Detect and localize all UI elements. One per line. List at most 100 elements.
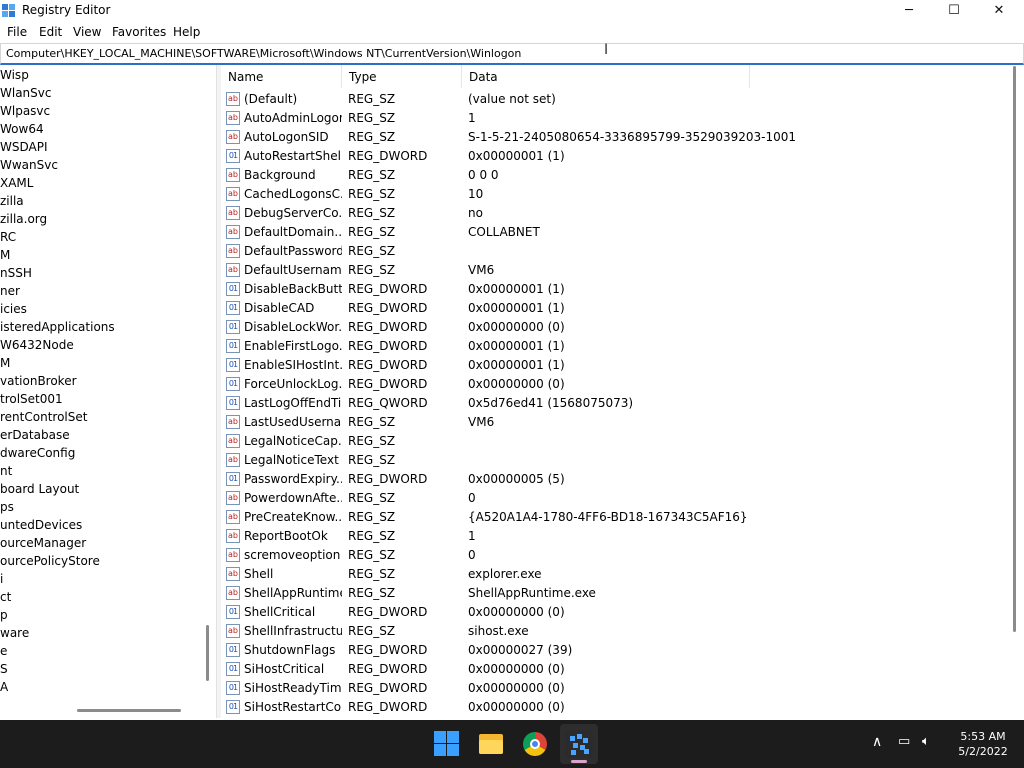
tree-item[interactable]: p <box>0 606 8 624</box>
value-row[interactable]: 01 DisableCAD REG_DWORD 0x00000001 (1) <box>221 299 1011 318</box>
value-row[interactable]: 01 ShellCritical REG_DWORD 0x00000000 (0) <box>221 603 1011 622</box>
value-row[interactable]: ab LegalNoticeText REG_SZ <box>221 451 1011 470</box>
tree-item[interactable]: M <box>0 246 10 264</box>
tree-vertical-scroll-thumb[interactable] <box>206 625 209 681</box>
value-type: REG_DWORD <box>348 605 428 619</box>
tree-item[interactable]: isteredApplications <box>0 318 115 336</box>
chevron-up-icon[interactable]: ∧ <box>872 734 882 750</box>
taskbar-clock[interactable]: 5:53 AM 5/2/2022 <box>948 729 1018 759</box>
value-row[interactable]: 01 LastLogOffEndTi... REG_QWORD 0x5d76ed41 … <box>221 394 1011 413</box>
value-data: 0x00000000 (0) <box>468 662 565 676</box>
values-list[interactable]: Name Type Data ab (Default) REG_SZ (value n… <box>221 65 1011 718</box>
tree-item[interactable]: M <box>0 354 10 372</box>
menu-favorites[interactable]: Favorites <box>112 25 166 39</box>
value-row[interactable]: ab PowerdownAfte... REG_SZ 0 <box>221 489 1011 508</box>
registry-tree[interactable]: Wisp WlanSvc Wlpasvc Wow64 WSDAPI WwanSvc XAML… <box>0 65 198 718</box>
tree-item[interactable]: vationBroker <box>0 372 77 390</box>
tree-item[interactable]: ourcePolicyStore <box>0 552 100 570</box>
value-row[interactable]: ab DebugServerCo... REG_SZ no <box>221 204 1011 223</box>
value-row[interactable]: 01 DisableBackButt... REG_DWORD 0x00000001 … <box>221 280 1011 299</box>
value-row[interactable]: ab Background REG_SZ 0 0 0 <box>221 166 1011 185</box>
tree-item[interactable]: XAML <box>0 174 33 192</box>
value-row[interactable]: 01 DisableLockWor... REG_DWORD 0x00000000 (… <box>221 318 1011 337</box>
menu-edit[interactable]: Edit <box>39 25 62 39</box>
value-row[interactable]: 01 AutoRestartShell REG_DWORD 0x00000001 (1… <box>221 147 1011 166</box>
network-icon[interactable]: ▭ <box>898 734 910 749</box>
value-row[interactable]: ab (Default) REG_SZ (value not set) <box>221 90 1011 109</box>
tree-item[interactable]: W6432Node <box>0 336 74 354</box>
value-row[interactable]: 01 ForceUnlockLog... REG_DWORD 0x00000000 (… <box>221 375 1011 394</box>
column-name[interactable]: Name <box>221 65 342 88</box>
column-data[interactable]: Data <box>462 65 750 88</box>
tree-horizontal-scroll-thumb[interactable] <box>77 709 181 712</box>
value-row[interactable]: 01 PasswordExpiry... REG_DWORD 0x00000005 (… <box>221 470 1011 489</box>
value-row[interactable]: ab PreCreateKnow... REG_SZ {A520A1A4-1780-4… <box>221 508 1011 527</box>
tree-item[interactable]: e <box>0 642 7 660</box>
tree-item[interactable]: rentControlSet <box>0 408 87 426</box>
tree-item[interactable]: WwanSvc <box>0 156 58 174</box>
registry-editor-taskbar-icon[interactable] <box>565 730 593 758</box>
tree-item[interactable]: nSSH <box>0 264 32 282</box>
value-row[interactable]: 01 SiHostCritical REG_DWORD 0x00000000 (0) <box>221 660 1011 679</box>
tree-item[interactable]: A <box>0 678 8 696</box>
tree-item[interactable]: WlanSvc <box>0 84 51 102</box>
tree-item[interactable]: icies <box>0 300 27 318</box>
value-row[interactable]: ab AutoAdminLogon REG_SZ 1 <box>221 109 1011 128</box>
column-type[interactable]: Type <box>342 65 462 88</box>
menu-file[interactable]: File <box>7 25 27 39</box>
tree-item[interactable]: ware <box>0 624 29 642</box>
value-row[interactable]: ab LegalNoticeCap... REG_SZ <box>221 432 1011 451</box>
value-row[interactable]: ab ReportBootOk REG_SZ 1 <box>221 527 1011 546</box>
tree-item[interactable]: nt <box>0 462 12 480</box>
value-row[interactable]: 01 SiHostReadyTim... REG_DWORD 0x00000000 (… <box>221 679 1011 698</box>
value-row[interactable]: 01 EnableFirstLogo... REG_DWORD 0x00000001 … <box>221 337 1011 356</box>
tree-item[interactable]: ps <box>0 498 14 516</box>
value-row[interactable]: ab AutoLogonSID REG_SZ S-1-5-21-2405080654-… <box>221 128 1011 147</box>
tree-item[interactable]: RC <box>0 228 16 246</box>
maximize-button[interactable]: ☐ <box>931 0 977 22</box>
tree-item[interactable]: ner <box>0 282 20 300</box>
values-vertical-scroll-thumb[interactable] <box>1013 66 1016 632</box>
value-row[interactable]: 01 EnableSIHostInt... REG_DWORD 0x00000001 … <box>221 356 1011 375</box>
value-row[interactable]: ab DefaultUsername REG_SZ VM6 <box>221 261 1011 280</box>
tree-item[interactable]: zilla <box>0 192 24 210</box>
tree-item[interactable]: i <box>0 570 3 588</box>
tree-item[interactable]: Wow64 <box>0 120 44 138</box>
value-name: ShellAppRuntime <box>244 586 342 600</box>
minimize-button[interactable]: ─ <box>886 0 932 22</box>
value-row[interactable]: ab ShellAppRuntime REG_SZ ShellAppRuntime.e… <box>221 584 1011 603</box>
tree-item[interactable]: untedDevices <box>0 516 82 534</box>
value-row[interactable]: ab DefaultPassword REG_SZ <box>221 242 1011 261</box>
value-type: REG_DWORD <box>348 643 428 657</box>
value-row[interactable]: ab scremoveoption REG_SZ 0 <box>221 546 1011 565</box>
tree-item[interactable]: trolSet001 <box>0 390 63 408</box>
value-row[interactable]: ab DefaultDomain... REG_SZ COLLABNET <box>221 223 1011 242</box>
value-row[interactable]: ab ShellInfrastructure REG_SZ sihost.exe <box>221 622 1011 641</box>
file-explorer-icon[interactable] <box>477 730 505 758</box>
chrome-icon[interactable] <box>521 730 549 758</box>
tree-item[interactable]: S <box>0 660 8 678</box>
start-icon[interactable] <box>433 730 461 758</box>
tree-item[interactable]: WSDAPI <box>0 138 48 156</box>
menu-help[interactable]: Help <box>173 25 200 39</box>
tree-item[interactable]: Wisp <box>0 66 29 84</box>
value-row[interactable]: ab LastUsedUserna... REG_SZ VM6 <box>221 413 1011 432</box>
value-row[interactable]: ab Shell REG_SZ explorer.exe <box>221 565 1011 584</box>
tree-item[interactable]: Wlpasvc <box>0 102 50 120</box>
menu-view[interactable]: View <box>73 25 101 39</box>
tree-item[interactable]: zilla.org <box>0 210 47 228</box>
tree-item[interactable]: board Layout <box>0 480 79 498</box>
address-bar[interactable]: Computer\HKEY_LOCAL_MACHINE\SOFTWARE\Mic… <box>0 43 1024 65</box>
value-row[interactable]: ab CachedLogonsC... REG_SZ 10 <box>221 185 1011 204</box>
address-path[interactable]: Computer\HKEY_LOCAL_MACHINE\SOFTWARE\Mic… <box>6 47 521 60</box>
tree-item[interactable]: ct <box>0 588 11 606</box>
value-name: ShutdownFlags <box>244 643 336 657</box>
tree-item[interactable]: ourceManager <box>0 534 86 552</box>
value-row[interactable]: 01 ShutdownFlags REG_DWORD 0x00000027 (39) <box>221 641 1011 660</box>
volume-icon[interactable]: 🔈︎ <box>922 734 930 749</box>
tree-item[interactable]: erDatabase <box>0 426 70 444</box>
tree-item[interactable]: dwareConfig <box>0 444 75 462</box>
value-row[interactable]: 01 SiHostRestartCo... REG_DWORD 0x00000000 … <box>221 698 1011 717</box>
close-button[interactable]: ✕ <box>976 0 1022 22</box>
tree-vertical-scrollbar[interactable] <box>200 65 215 718</box>
